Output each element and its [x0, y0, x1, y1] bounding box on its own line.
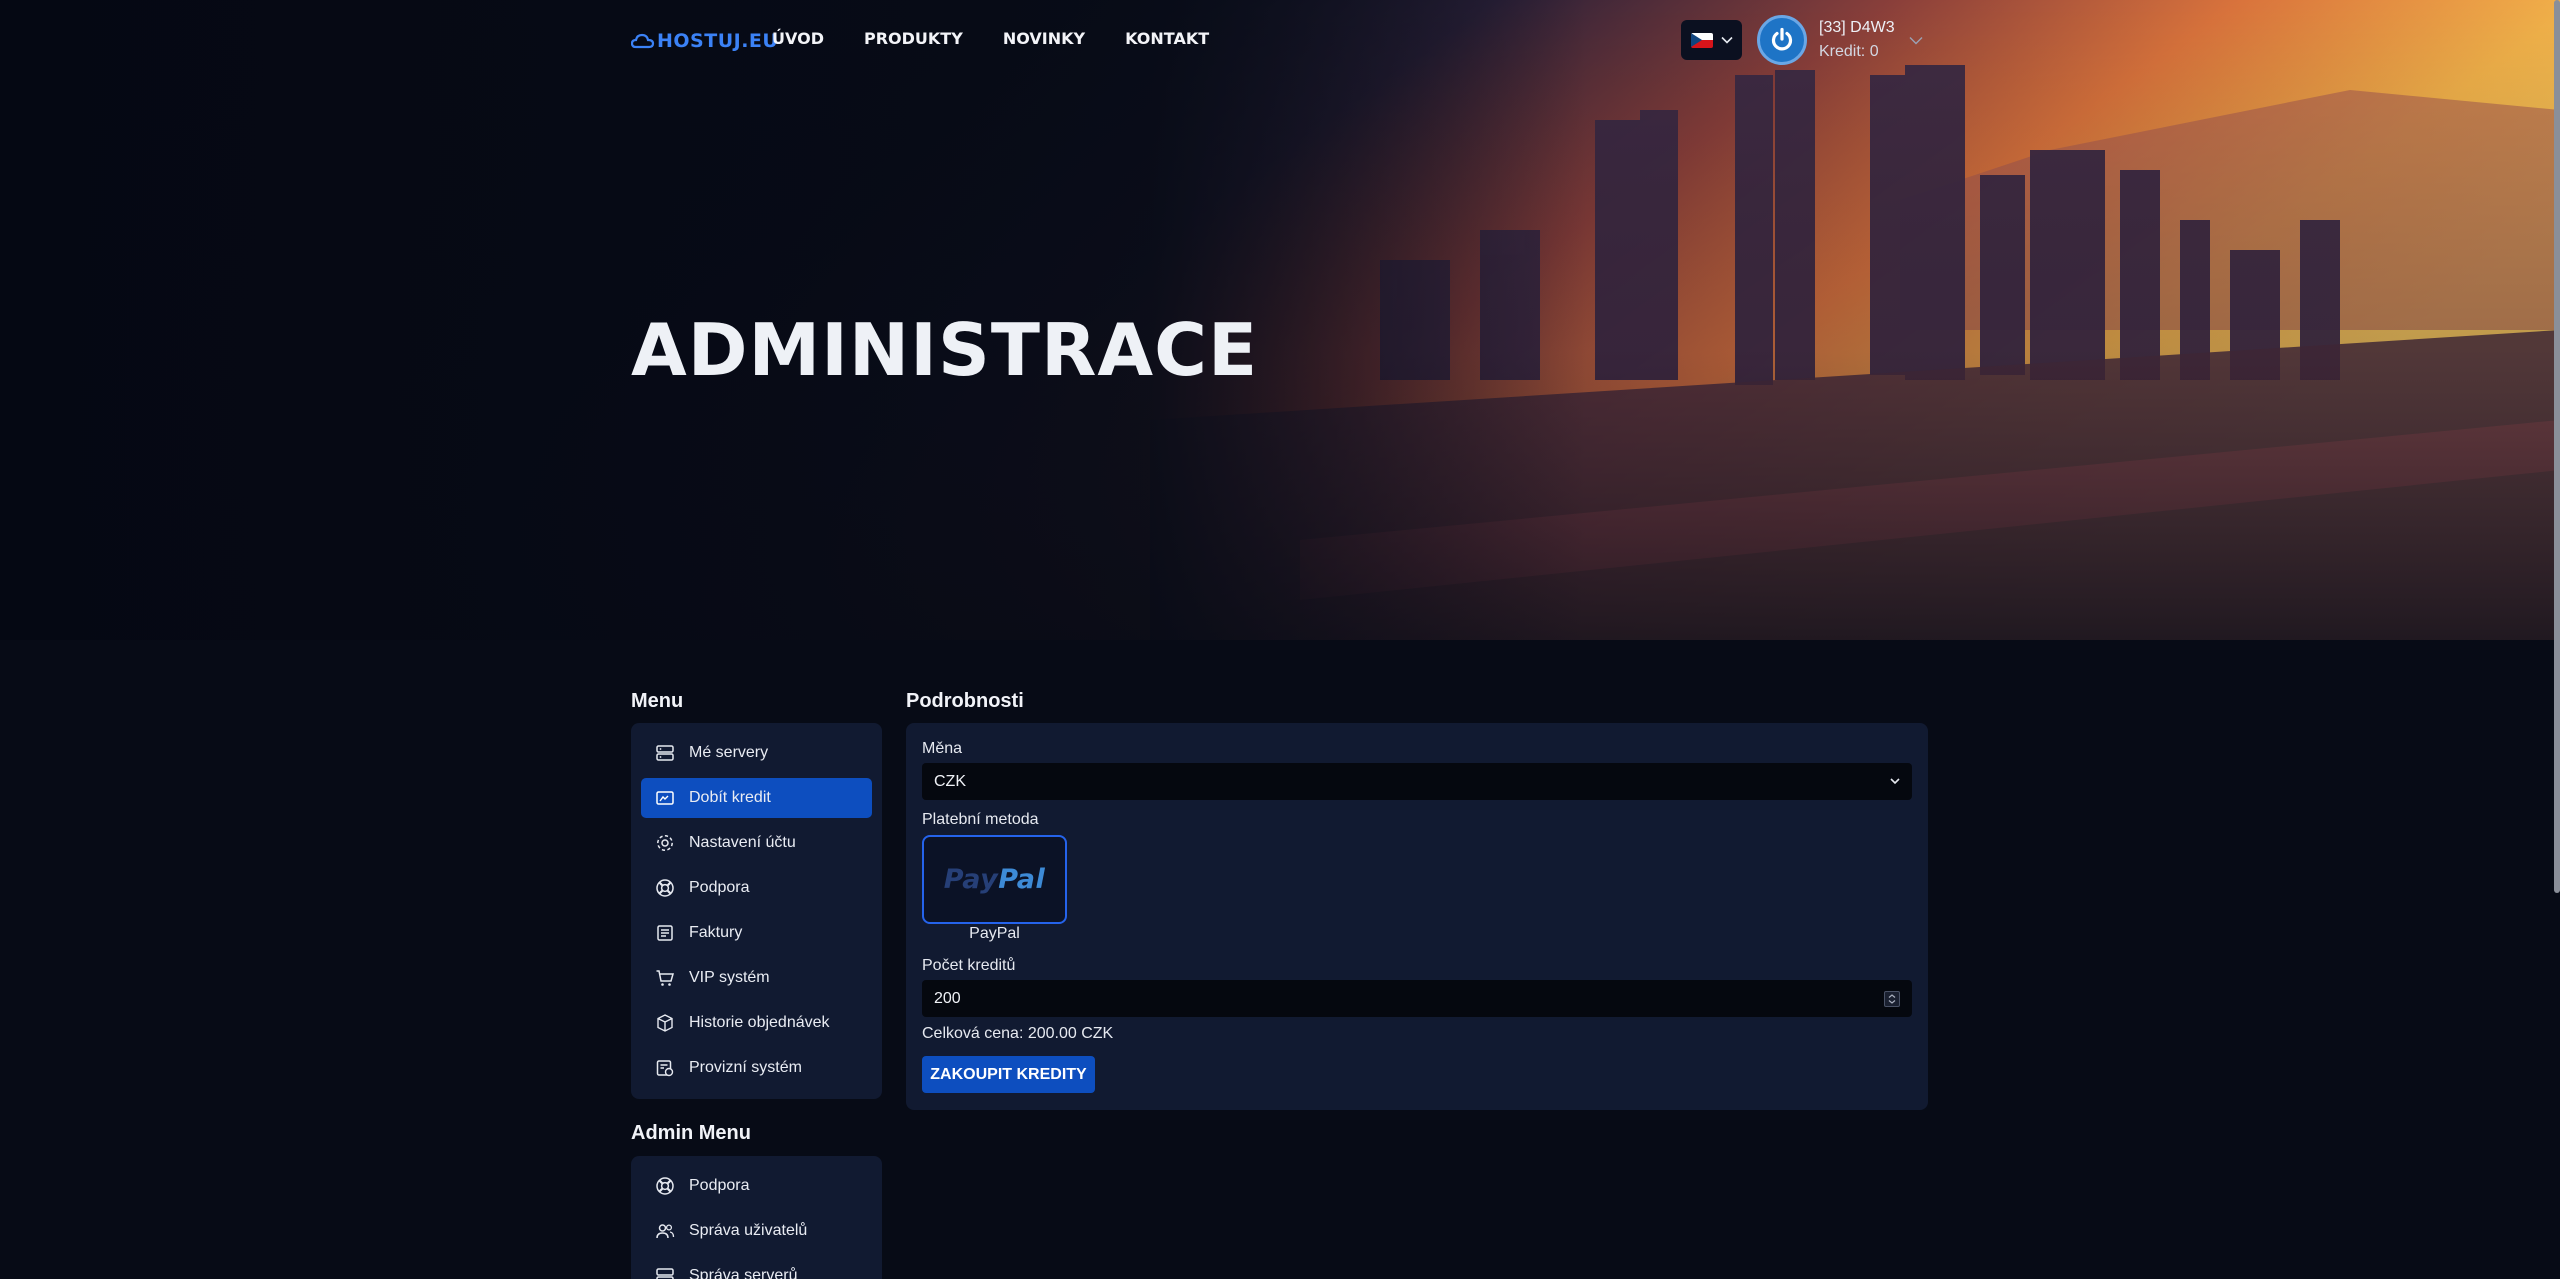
sidebar-item-label: Provizní systém [689, 1059, 802, 1076]
currency-label: Měna [922, 740, 963, 757]
paypal-logo: PayPal [943, 864, 1046, 895]
main-nav: ÚVOD PRODUKTY NOVINKY KONTAKT [772, 29, 1209, 48]
avatar [1757, 15, 1807, 65]
admin-menu-title: Admin Menu [631, 1122, 751, 1144]
commission-icon [656, 1060, 674, 1077]
server-icon [656, 745, 674, 761]
sidebar-item-label: Faktury [689, 924, 743, 941]
chevron-down-icon [1720, 36, 1733, 44]
sidebar-item-label: Správa uživatelů [689, 1222, 808, 1239]
cart-icon [656, 970, 674, 986]
lifebuoy-icon [656, 879, 674, 897]
sidebar-item-top-up-credit[interactable]: Dobít kredit [641, 778, 872, 818]
total-price: Celková cena: 200.00 CZK [922, 1025, 1114, 1042]
czech-flag-icon [1690, 32, 1713, 48]
sidebar-item-account-settings[interactable]: Nastavení účtu [641, 823, 872, 863]
admin-sidebar-menu: Podpora Správa uživatelů Správa serverů [631, 1156, 882, 1279]
details-card: Měna CZK Platební metoda PayPal PayPal P… [906, 723, 1928, 1110]
paypal-caption: PayPal [969, 925, 1020, 942]
credit-card-icon [656, 791, 674, 805]
page-scrollbar[interactable] [2554, 0, 2560, 893]
brand-logo-text: HOSTUJ.EU [657, 30, 779, 52]
paypal-option[interactable]: PayPal [922, 835, 1067, 924]
spinner-arrows-icon [1888, 994, 1896, 1004]
sidebar-item-label: Mé servery [689, 744, 769, 761]
admin-item-user-management[interactable]: Správa uživatelů [641, 1211, 872, 1251]
sidebar-item-label: Správa serverů [689, 1267, 798, 1279]
sidebar-item-invoices[interactable]: Faktury [641, 913, 872, 953]
sidebar-item-order-history[interactable]: Historie objednávek [641, 1003, 872, 1043]
invoice-icon [657, 925, 673, 941]
admin-item-server-management[interactable]: Správa serverů [641, 1256, 872, 1279]
chevron-down-icon [1890, 778, 1900, 785]
cloud-icon [631, 33, 655, 49]
sidebar-item-my-servers[interactable]: Mé servery [641, 733, 872, 773]
power-icon [1771, 27, 1793, 51]
hero-banner: ADMINISTRACE [0, 0, 2560, 640]
sidebar-item-support[interactable]: Podpora [641, 868, 872, 908]
sidebar-item-label: Historie objednávek [689, 1014, 830, 1031]
brand-logo[interactable]: HOSTUJ.EU [631, 28, 778, 54]
sidebar-item-label: Nastavení účtu [689, 834, 796, 851]
nav-uvod[interactable]: ÚVOD [772, 29, 824, 48]
gear-icon [657, 835, 673, 851]
nav-novinky[interactable]: NOVINKY [1003, 29, 1085, 48]
buy-credits-button[interactable]: ZAKOUPIT KREDITY [922, 1056, 1095, 1093]
city-sunset-background [0, 0, 2560, 640]
page-title: ADMINISTRACE [631, 308, 1259, 392]
lifebuoy-icon [656, 1177, 674, 1195]
server-icon [656, 1268, 674, 1279]
user-name: [33] D4W3 [1819, 19, 1895, 36]
sidebar-item-label: Podpora [689, 879, 750, 896]
sidebar-menu: Mé servery Dobít kredit Nastavení účtu P… [631, 723, 882, 1099]
payment-method-label: Platební metoda [922, 811, 1039, 828]
nav-kontakt[interactable]: KONTAKT [1125, 29, 1209, 48]
currency-value: CZK [934, 772, 966, 790]
users-icon [656, 1224, 675, 1239]
sidebar-item-commission-system[interactable]: Provizní systém [641, 1048, 872, 1088]
sidebar-item-label: Podpora [689, 1177, 750, 1194]
credits-count-value: 200 [934, 989, 961, 1007]
nav-produkty[interactable]: PRODUKTY [864, 29, 963, 48]
credits-count-label: Počet kreditů [922, 957, 1016, 974]
sidebar-item-vip-system[interactable]: VIP systém [641, 958, 872, 998]
currency-select[interactable]: CZK [922, 763, 1912, 800]
sidebar-item-label: Dobít kredit [689, 789, 771, 806]
language-selector[interactable] [1681, 20, 1742, 60]
menu-title: Menu [631, 690, 684, 712]
credits-count-input[interactable]: 200 [922, 980, 1912, 1017]
number-spinner[interactable] [1884, 991, 1900, 1007]
package-icon [657, 1014, 673, 1032]
top-navbar: HOSTUJ.EU ÚVOD PRODUKTY NOVINKY KONTAKT … [0, 0, 2560, 84]
chevron-down-icon [1909, 36, 1923, 44]
user-menu[interactable]: [33] D4W3 Kredit: 0 [1757, 14, 1923, 66]
details-title: Podrobnosti [906, 690, 1024, 712]
user-credit: Kredit: 0 [1819, 43, 1879, 60]
admin-item-support[interactable]: Podpora [641, 1166, 872, 1206]
sidebar-item-label: VIP systém [689, 969, 770, 986]
